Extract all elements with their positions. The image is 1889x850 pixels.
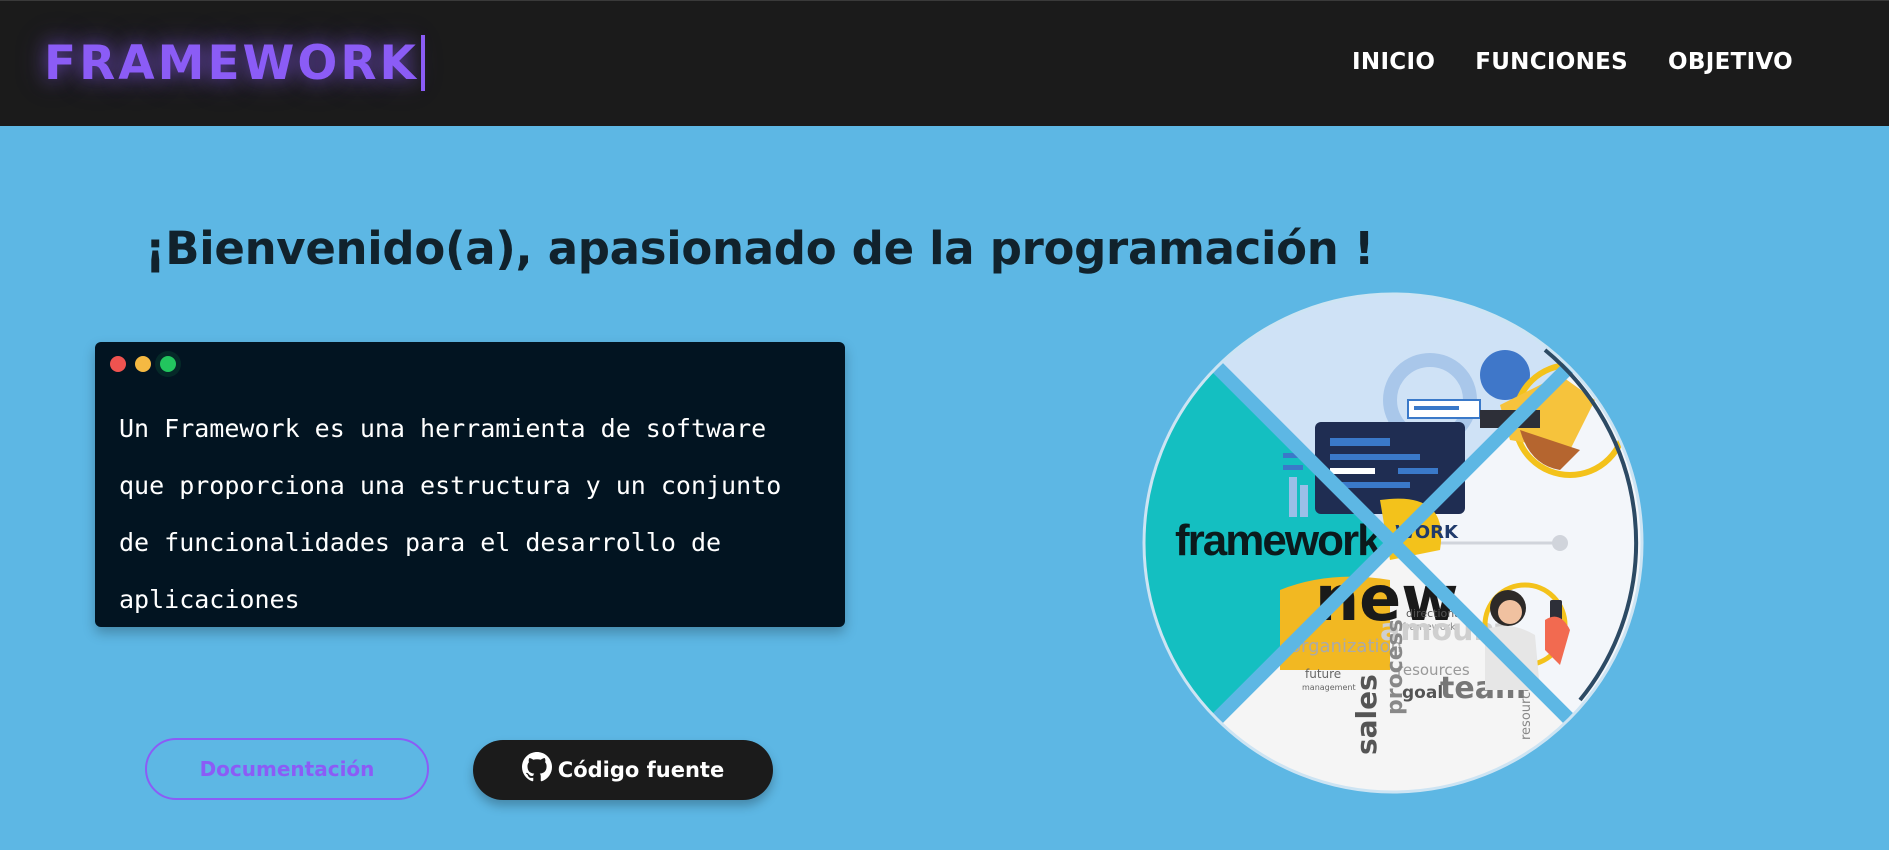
welcome-heading: ¡Bienvenido(a), apasionado de la program… xyxy=(145,222,1375,275)
nav-link-funciones[interactable]: FUNCIONES xyxy=(1475,49,1628,75)
source-code-button[interactable]: Código fuente xyxy=(473,740,773,800)
terminal-line: de funcionalidades para el desarrollo de xyxy=(119,528,722,557)
illustration-word-sales: sales xyxy=(1350,674,1383,755)
illustration-word-framework: framework xyxy=(1175,516,1382,565)
main-nav: INICIO FUNCIONES OBJETIVO xyxy=(1352,49,1793,75)
terminal-line: aplicaciones xyxy=(119,585,300,614)
terminal-window: Un Framework es una herramienta de softw… xyxy=(95,342,845,627)
top-navbar: FRAMEWORK INICIO FUNCIONES OBJETIVO xyxy=(0,0,1889,126)
typing-cursor xyxy=(420,35,425,91)
source-code-label: Código fuente xyxy=(557,758,725,782)
illustration-word-goal: goal xyxy=(1402,683,1443,703)
brand-text: FRAMEWORK xyxy=(44,35,419,91)
illustration-word-management: management xyxy=(1302,683,1356,692)
github-icon xyxy=(521,752,552,782)
illustration-word-future: future xyxy=(1305,667,1341,681)
brand-logo[interactable]: FRAMEWORK xyxy=(40,25,429,101)
illustration-word-process: process xyxy=(1383,619,1408,715)
nav-link-objetivo[interactable]: OBJETIVO xyxy=(1668,49,1793,75)
documentation-button[interactable]: Documentación xyxy=(145,738,429,800)
terminal-description: Un Framework es una herramienta de softw… xyxy=(119,400,819,628)
yellow-dot-icon xyxy=(135,356,151,372)
terminal-line: Un Framework es una herramienta de softw… xyxy=(119,414,767,443)
framework-illustration: WORK new directional framework organizat… xyxy=(1142,292,1644,794)
green-dot-icon xyxy=(160,356,176,372)
nav-link-inicio[interactable]: INICIO xyxy=(1352,49,1435,75)
terminal-line: que proporciona una estructura y un conj… xyxy=(119,471,782,500)
illustration-word-resource: resource xyxy=(1519,684,1534,740)
red-dot-icon xyxy=(110,356,126,372)
